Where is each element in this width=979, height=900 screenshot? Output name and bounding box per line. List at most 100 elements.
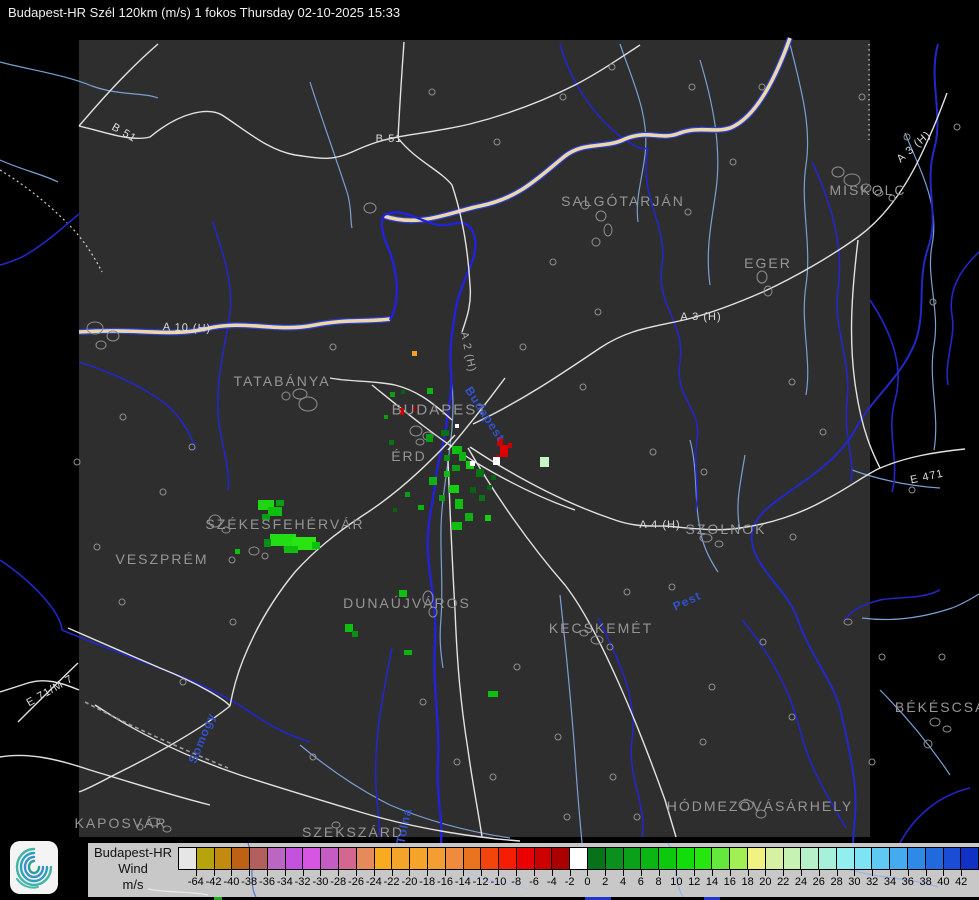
legend-tick-label: -18: [419, 876, 436, 888]
legend-color-box: [231, 848, 250, 869]
legend-color-box: [551, 848, 570, 869]
legend-tick-label: 2: [602, 876, 609, 888]
legend-color-box: [729, 848, 747, 869]
legend-color-box: [800, 848, 819, 869]
legend-tick-label: 30: [848, 876, 861, 888]
legend-color-box: [889, 848, 908, 869]
legend-color-box: [195, 848, 214, 869]
legend-color-box: [818, 848, 836, 869]
legend-color-box: [942, 848, 961, 869]
legend-color-box: [782, 848, 801, 869]
radar-map-svg: [0, 36, 979, 843]
legend-tick-label: 28: [830, 876, 843, 888]
settlement-outline: [942, 725, 952, 733]
legend-color-box: [480, 848, 499, 869]
legend-color-box: [444, 848, 463, 869]
legend-tick-label: 10: [670, 876, 683, 888]
legend-tick-label: -6: [529, 876, 539, 888]
legend-tick-label: 24: [794, 876, 808, 888]
legend-tick-label: -34: [276, 876, 293, 888]
legend-color-box: [320, 848, 339, 869]
legend-tick-label: -40: [223, 876, 240, 888]
legend-tick-label: -16: [437, 876, 453, 888]
legend-color-box: [569, 848, 587, 869]
legend-tick-label: -24: [365, 876, 382, 888]
legend-color-box: [693, 848, 712, 869]
legend-tick-label: -42: [205, 876, 222, 888]
settlement-outline: [929, 717, 941, 727]
legend-color-box: [266, 848, 285, 869]
legend-strip: Budapest-HR Wind m/s -64 -42 -40 -38 -36 -34-…: [88, 843, 979, 897]
legend-tick-label: -2: [564, 876, 575, 888]
legend-tick-label: 38: [919, 876, 932, 888]
legend-tick-label: 0: [584, 876, 591, 888]
legend-tick-label: -64: [187, 876, 204, 888]
legend-color-box: [604, 848, 623, 869]
legend-tick-label: 32: [866, 876, 879, 888]
legend-color-box: [622, 848, 641, 869]
legend-color-box: [871, 848, 890, 869]
legend-tick-label: 40: [937, 876, 950, 888]
legend-tick-label: 8: [655, 876, 662, 888]
settlement-outline: [929, 298, 937, 306]
legend-color-box: [515, 848, 534, 869]
legend-tick-label: -8: [511, 876, 522, 888]
legend-tick-label: -4: [546, 876, 557, 888]
legend-color-box: [640, 848, 659, 869]
legend-tick-label: -14: [454, 876, 471, 888]
legend-color-box: [409, 848, 427, 869]
radar-app-window: TATABÁNYA BUDAPEST ÉRD SZÉKESFEHÉRVÁR VESZPR…: [0, 0, 979, 900]
legend-tick-label: 14: [705, 876, 719, 888]
legend-tick-label: -32: [294, 876, 311, 888]
legend-color-box: [675, 848, 694, 869]
legend-color-box: [391, 848, 410, 869]
legend-color-box: [355, 848, 374, 869]
settlement-outline: [938, 653, 946, 661]
legend-color-box: [924, 848, 943, 869]
legend-color-box: [498, 848, 516, 869]
legend-tick-label: -22: [383, 876, 400, 888]
legend-tick-label: 16: [723, 876, 736, 888]
legend-tick-label: 4: [619, 876, 627, 888]
legend-color-box: [835, 848, 854, 869]
legend-color-box: [179, 848, 196, 869]
settlement-outline: [888, 194, 896, 202]
settlement-outline: [953, 123, 961, 131]
legend-tick-label: 18: [741, 876, 754, 888]
legend-color-box: [462, 848, 481, 869]
legend-color-box: [302, 848, 321, 869]
legend-tick-label: -26: [348, 876, 364, 888]
legend-product-line-1: Budapest-HR: [93, 845, 173, 860]
legend-color-box: [284, 848, 303, 869]
radar-domain-square: [79, 40, 870, 837]
legend-tick-label: -38: [241, 876, 258, 888]
legend-color-box: [249, 848, 267, 869]
legend-tick-label: 20: [759, 876, 772, 888]
legend-tick-label: 6: [637, 876, 644, 888]
legend-tick-label: 36: [901, 876, 914, 888]
legend-tick-label: -30: [312, 876, 329, 888]
legend-color-box: [586, 848, 605, 869]
settlement-outline: [908, 486, 916, 494]
legend-color-box: [213, 848, 232, 869]
settlement-outline: [878, 653, 886, 661]
legend-tick-label: 34: [883, 876, 897, 888]
legend-color-box: [338, 848, 356, 869]
legend-color-box: [960, 848, 979, 869]
legend-product-label: Budapest-HR Wind m/s: [88, 845, 178, 893]
legend-color-box: [747, 848, 765, 869]
settlement-outline: [874, 189, 884, 197]
legend-color-box: [658, 848, 676, 869]
legend-tick-label: 26: [812, 876, 825, 888]
legend-product-line-3: m/s: [122, 877, 144, 892]
legend-color-row: [178, 847, 979, 870]
legend-color-box: [533, 848, 552, 869]
legend-tick-label: -36: [259, 876, 275, 888]
legend-color-box: [764, 848, 783, 869]
product-title: Budapest-HR Szél 120km (m/s) 1 fokos Thu…: [8, 5, 401, 20]
legend-color-box: [907, 848, 925, 869]
legend-tick-label: -20: [401, 876, 418, 888]
legend-tick-label: -28: [330, 876, 347, 888]
legend-tick-label: -10: [490, 876, 507, 888]
legend-color-box: [373, 848, 392, 869]
